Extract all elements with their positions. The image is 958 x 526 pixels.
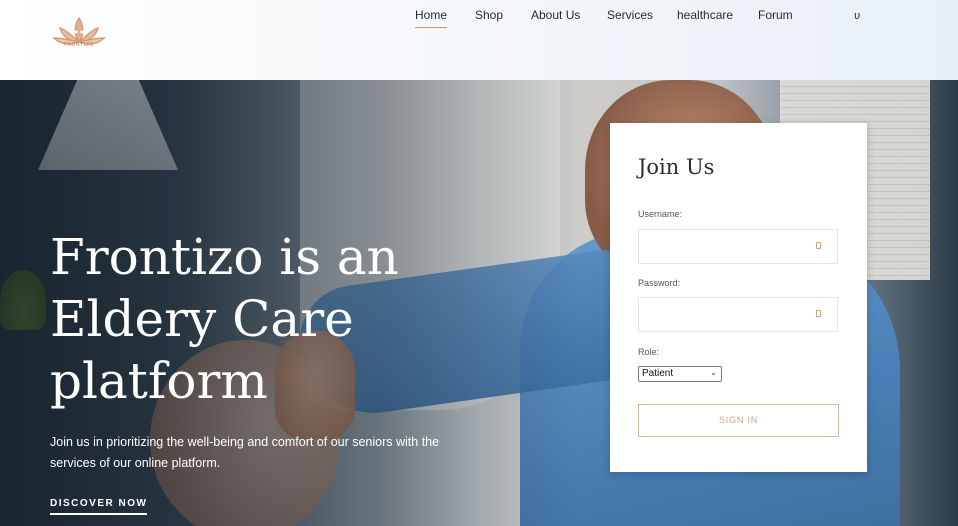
username-label: Username: xyxy=(638,209,683,219)
nav-item-forum[interactable]: Forum xyxy=(758,8,793,22)
nav-item-services[interactable]: Services xyxy=(607,8,653,22)
card-title: Join Us xyxy=(638,155,715,179)
username-field-wrapper xyxy=(638,229,838,264)
discover-now-link[interactable]: DISCOVER NOW xyxy=(50,498,148,515)
nav-item-home[interactable]: Home xyxy=(415,8,448,28)
logo-text: FRONTIZO xyxy=(64,42,94,48)
key-icon xyxy=(816,242,821,249)
site-header: FRONTIZO Home Shop About Us Services hea… xyxy=(0,0,958,80)
hero-title: Frontizo is an Eldery Care platform xyxy=(50,228,399,410)
chevron-down-icon: ⌄ xyxy=(710,368,717,377)
username-field[interactable] xyxy=(639,230,825,263)
main-nav: Home Shop About Us Services healthcare F… xyxy=(0,0,958,40)
nav-item-shop[interactable]: Shop xyxy=(475,8,503,22)
hero-subtitle: Join us in prioritizing the well-being a… xyxy=(50,435,440,470)
nav-item-healthcare[interactable]: healthcare xyxy=(677,8,733,22)
sign-in-button[interactable]: SIGN IN xyxy=(638,404,839,437)
role-select[interactable]: Patient ⌄ xyxy=(638,366,722,382)
password-field-wrapper xyxy=(638,297,838,332)
user-icon[interactable]: υ xyxy=(854,9,860,22)
role-label: Role: xyxy=(638,347,660,357)
nav-item-about-us[interactable]: About Us xyxy=(531,8,580,22)
password-label: Password: xyxy=(638,278,681,288)
role-select-value: Patient xyxy=(642,368,674,379)
key-icon xyxy=(816,310,821,317)
join-us-card: Join Us Username: Password: Role: Patien… xyxy=(610,123,867,472)
password-field[interactable] xyxy=(639,298,825,331)
